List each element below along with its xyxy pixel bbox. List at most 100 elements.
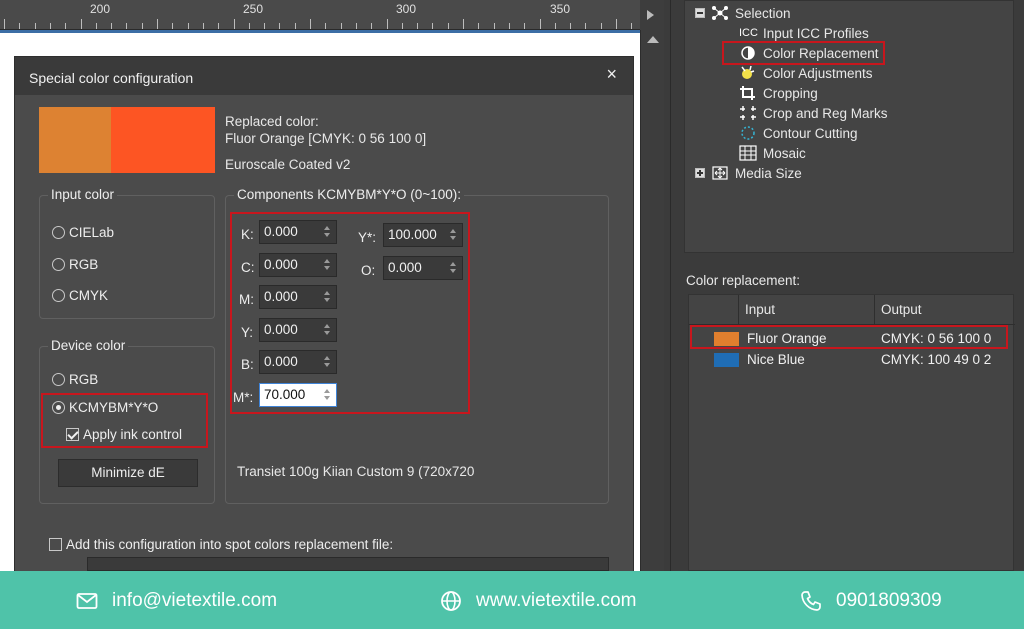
ruler-tick <box>172 23 174 29</box>
dialog-title-bar[interactable]: Special color configuration × <box>15 57 633 95</box>
radio-button[interactable] <box>52 373 65 386</box>
tree-item-label: Crop and Reg Marks <box>763 105 888 121</box>
table-row[interactable]: Nice Blue CMYK: 100 49 0 2 <box>689 350 1015 372</box>
highlight-components <box>230 212 470 414</box>
selection-icon <box>711 5 729 21</box>
arrow-right-icon <box>647 10 654 20</box>
column-header-color <box>689 295 739 325</box>
tree-item-crop-marks[interactable]: Crop and Reg Marks <box>739 105 888 121</box>
ruler-tick <box>493 23 495 29</box>
mail-icon <box>76 593 98 609</box>
ruler-tick <box>95 23 97 29</box>
footer-email[interactable]: info@vietextile.com <box>76 590 277 612</box>
device-color-title: Device color <box>48 338 129 353</box>
radio-rgb-device[interactable]: RGB <box>52 372 98 387</box>
column-header-output[interactable]: Output <box>875 295 1015 325</box>
contact-footer: info@vietextile.com www.vietextile.com 0… <box>0 571 1024 629</box>
color-replacement-title: Color replacement: <box>686 273 801 288</box>
footer-website[interactable]: www.vietextile.com <box>440 590 637 612</box>
input-color-title: Input color <box>48 187 118 202</box>
ruler-tick <box>570 23 572 29</box>
ruler-tick <box>631 23 633 29</box>
tree-item-mosaic[interactable]: Mosaic <box>739 145 806 161</box>
ruler-tick <box>401 23 403 29</box>
row-color-swatch <box>714 353 739 367</box>
ruler-tick <box>248 23 250 29</box>
radio-rgb-input[interactable]: RGB <box>52 257 98 272</box>
tree-item-label: Cropping <box>763 85 818 101</box>
ruler-tick <box>371 23 373 29</box>
ruler-tick <box>417 23 419 29</box>
radio-cmyk-input[interactable]: CMYK <box>52 288 108 303</box>
replaced-color-name: Fluor Orange [CMYK: 0 56 100 0] <box>225 131 427 146</box>
tree-item-media-size[interactable]: Media Size <box>695 165 802 181</box>
ruler-tick <box>508 23 510 29</box>
tree-item-contour-cutting[interactable]: Contour Cutting <box>739 125 858 141</box>
tree-item-color-adjustments[interactable]: Color Adjustments <box>739 65 873 81</box>
ruler-tick <box>600 23 602 29</box>
checkbox-unchecked[interactable] <box>49 538 62 551</box>
color-profile-name: Euroscale Coated v2 <box>225 157 351 172</box>
ruler-tick <box>141 23 143 29</box>
radio-button[interactable] <box>52 289 65 302</box>
dialog-title: Special color configuration <box>29 70 194 86</box>
replacement-file-combo[interactable] <box>87 557 609 571</box>
tree-item-selection[interactable]: Selection <box>695 5 791 21</box>
ruler-tick <box>111 23 113 29</box>
arrow-up-icon <box>647 36 659 43</box>
ruler-tick <box>539 19 541 29</box>
ruler-tick <box>80 19 82 29</box>
ruler-tick <box>19 23 21 29</box>
tree-item-label: Input ICC Profiles <box>763 25 869 41</box>
ruler-tick <box>432 23 434 29</box>
ruler-tick <box>447 23 449 29</box>
ruler-tick <box>34 23 36 29</box>
phone-icon <box>801 591 821 611</box>
ruler-tick <box>294 23 296 29</box>
email-text[interactable]: info@vietextile.com <box>112 590 277 612</box>
crop-marks-icon <box>739 105 757 121</box>
radio-button[interactable] <box>52 258 65 271</box>
ruler-tick <box>386 19 388 29</box>
close-icon[interactable]: × <box>606 64 617 85</box>
radio-label: CIELab <box>69 225 115 240</box>
special-color-dialog: Special color configuration × Replaced c… <box>14 56 634 576</box>
ruler-tick <box>157 19 158 29</box>
ruler-tick <box>463 19 464 29</box>
input-color-group: Input color CIELab RGB CMYK <box>39 187 215 319</box>
ruler-label-250: 250 <box>243 2 264 16</box>
tree-item-cropping[interactable]: Cropping <box>739 85 818 101</box>
tree-item-input-icc[interactable]: ICC Input ICC Profiles <box>739 25 869 41</box>
website-text[interactable]: www.vietextile.com <box>476 590 637 612</box>
ruler-tick <box>554 23 556 29</box>
tree-item-label: Selection <box>735 5 791 21</box>
checkbox-label: Add this configuration into spot colors … <box>66 537 394 552</box>
minimize-de-button[interactable]: Minimize dE <box>58 459 198 487</box>
radio-cielab[interactable]: CIELab <box>52 225 114 240</box>
vertical-scrollbar[interactable] <box>640 30 664 571</box>
column-header-input[interactable]: Input <box>739 295 875 325</box>
ruler-tick <box>616 19 617 29</box>
radio-button[interactable] <box>52 226 65 239</box>
ruler-tick <box>218 23 220 29</box>
ruler-tick <box>279 23 281 29</box>
add-config-checkbox[interactable]: Add this configuration into spot colors … <box>49 537 393 552</box>
ruler-tick <box>264 23 266 29</box>
color-adjustments-icon <box>739 65 757 81</box>
ruler-label-350: 350 <box>550 2 571 16</box>
ruler-tick <box>4 19 5 29</box>
collapse-icon[interactable] <box>695 8 705 18</box>
ruler-scroll-right-button[interactable] <box>640 0 664 30</box>
ruler-tick <box>233 19 235 29</box>
tree-item-label: Media Size <box>735 165 802 181</box>
radio-label: RGB <box>69 257 99 272</box>
footer-phone[interactable]: 0901809309 <box>800 590 942 612</box>
highlight-fluor-orange-row <box>690 325 1008 349</box>
ruler-tick <box>340 23 342 29</box>
expand-icon[interactable] <box>695 168 705 178</box>
original-color-swatch <box>39 107 111 173</box>
components-title: Components KCMYBM*Y*O (0~100): <box>234 187 464 202</box>
tree-item-label: Mosaic <box>763 145 806 161</box>
phone-text[interactable]: 0901809309 <box>836 590 942 612</box>
ruler-tick <box>478 23 480 29</box>
